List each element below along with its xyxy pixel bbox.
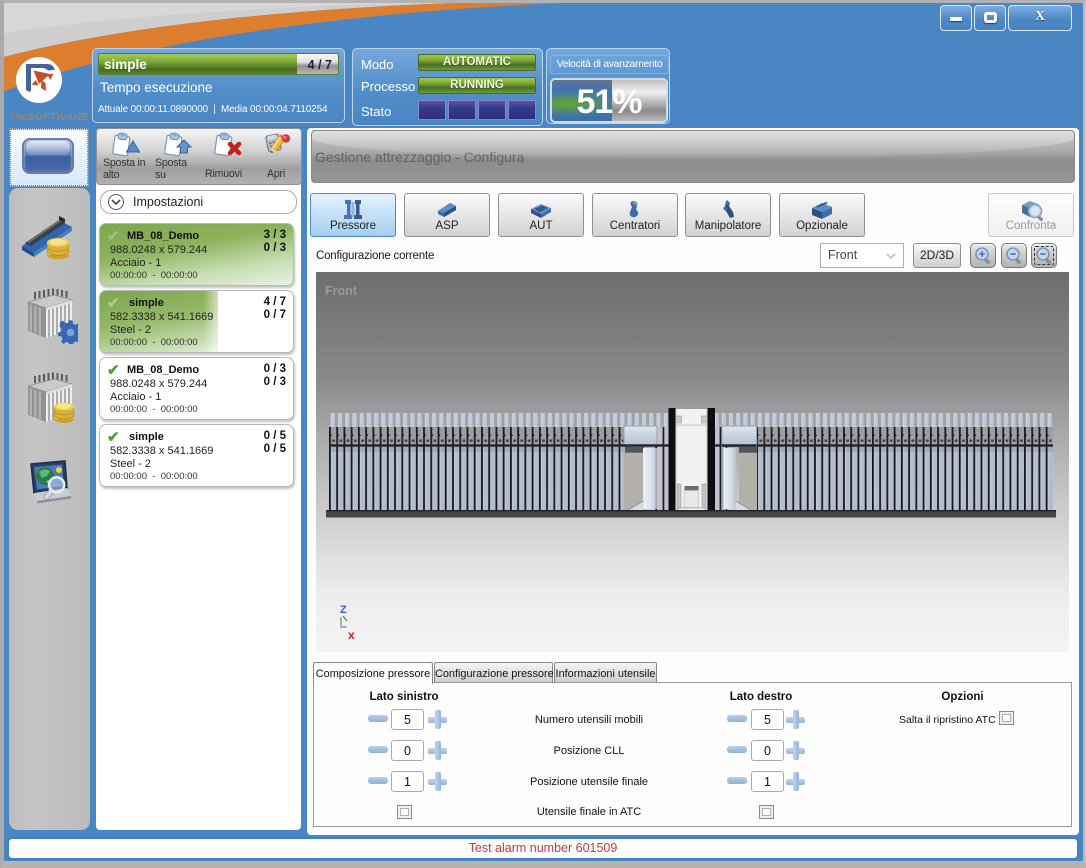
svg-text:Z: Z xyxy=(340,604,347,616)
svg-text:x: x xyxy=(348,628,355,642)
